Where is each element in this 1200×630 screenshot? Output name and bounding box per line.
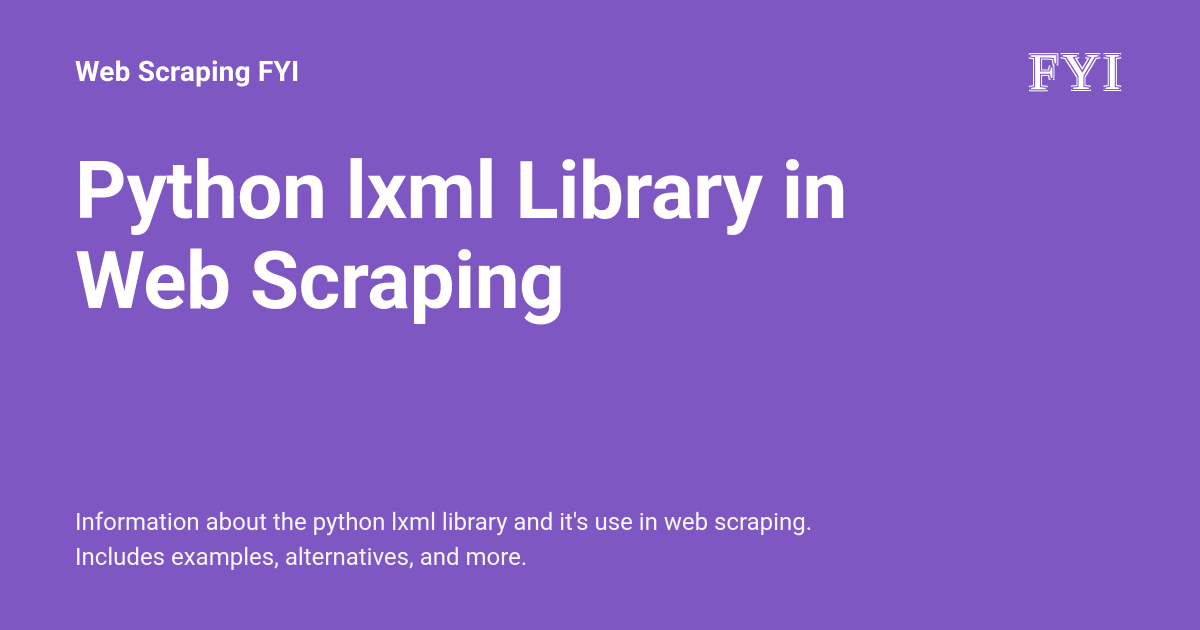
page-description: Information about the python lxml librar…: [75, 505, 835, 575]
social-card: Web Scraping FYI FYI Python lxml Library…: [0, 0, 1200, 630]
site-name: Web Scraping FYI: [75, 55, 299, 88]
logo-text: FYI: [1029, 47, 1125, 99]
header-row: Web Scraping FYI FYI: [75, 55, 1125, 99]
page-title: Python lxml Library in Web Scraping: [75, 147, 975, 326]
